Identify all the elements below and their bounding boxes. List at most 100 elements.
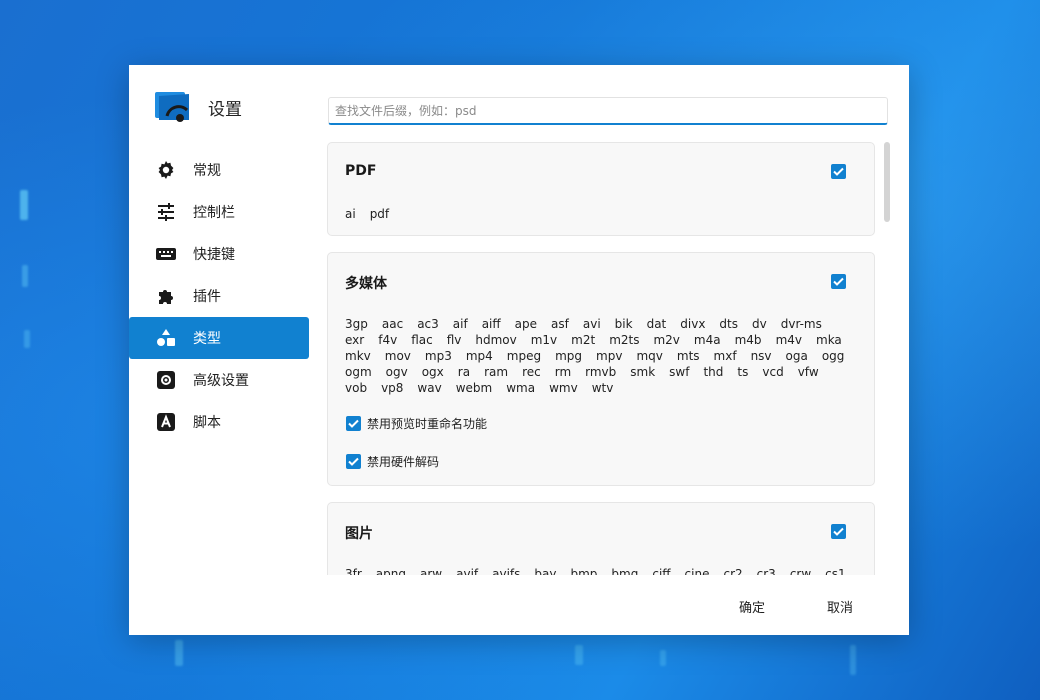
extension-item: wma [506, 381, 536, 395]
sidebar-item-scripts[interactable]: 脚本 [129, 401, 309, 443]
extension-item: 3gp [345, 317, 368, 331]
shapes-icon [155, 327, 177, 349]
sidebar-item-label: 类型 [193, 331, 221, 347]
background-glow [850, 645, 856, 675]
extension-item: rmvb [585, 365, 617, 379]
extension-list: ai pdf [345, 206, 864, 222]
background-glow [660, 650, 666, 666]
extension-item: thd [703, 365, 724, 379]
app-logo-icon [153, 90, 193, 124]
checkbox[interactable] [346, 416, 361, 431]
disable-rename-option[interactable]: 禁用预览时重命名功能 [346, 415, 487, 432]
background-glow [22, 265, 28, 287]
extension-item: apng [375, 567, 406, 575]
extension-item: ape [514, 317, 538, 331]
extension-item: smk [630, 365, 656, 379]
extension-item: wav [417, 381, 442, 395]
extension-item: ra [457, 365, 471, 379]
extension-item: dat [646, 317, 667, 331]
extension-item: dvr-ms [780, 317, 822, 331]
sidebar-item-label: 高级设置 [193, 373, 249, 389]
extension-item: ai [345, 207, 356, 221]
extension-item: aif [452, 317, 468, 331]
extension-item: exr [345, 333, 365, 347]
extension-item: oga [785, 349, 808, 363]
enable-checkbox[interactable] [831, 274, 846, 289]
card-title: 图片 [345, 526, 373, 542]
extension-item: vcd [762, 365, 784, 379]
checkbox[interactable] [346, 454, 361, 469]
extension-item: mov [384, 349, 411, 363]
settings-dialog: 设置 常规 控制栏 快捷键 插件 类型 高级设置 脚本 查找文件后缀，例如：ps… [129, 65, 909, 635]
extension-item: mkv [345, 349, 371, 363]
extension-item: mxf [713, 349, 737, 363]
extension-item: wmv [549, 381, 578, 395]
extension-item: vob [345, 381, 368, 395]
extension-item: cine [684, 567, 710, 575]
script-icon [155, 411, 177, 433]
extension-item: ogm [345, 365, 372, 379]
extension-item: avi [582, 317, 601, 331]
cancel-button[interactable]: 取消 [827, 597, 853, 616]
extension-item: m4v [775, 333, 802, 347]
extension-item: bmq [611, 567, 639, 575]
extension-item: ts [737, 365, 749, 379]
app-header: 设置 [153, 87, 242, 127]
extension-item: dv [752, 317, 767, 331]
scrollbar-thumb[interactable] [884, 142, 890, 222]
extension-item: m4a [693, 333, 721, 347]
ok-button[interactable]: 确定 [739, 597, 765, 616]
background-glow [575, 645, 583, 665]
option-label: 禁用硬件解码 [367, 455, 440, 469]
extension-item: m2t [571, 333, 596, 347]
sidebar-item-advanced[interactable]: 高级设置 [129, 359, 309, 401]
disable-hw-decode-option[interactable]: 禁用硬件解码 [346, 453, 439, 470]
extension-item: mp3 [424, 349, 452, 363]
search-field[interactable] [328, 97, 888, 125]
extension-item: aac [381, 317, 404, 331]
extension-item: mka [816, 333, 842, 347]
enable-checkbox[interactable] [831, 164, 846, 179]
checkmark-icon [833, 277, 844, 286]
extension-item: cs1 [825, 567, 846, 575]
extension-item: crw [789, 567, 812, 575]
extension-item: flv [446, 333, 462, 347]
sliders-icon [155, 201, 177, 223]
extension-item: bmp [570, 567, 598, 575]
sidebar-item-general[interactable]: 常规 [129, 149, 309, 191]
extension-item: rec [522, 365, 541, 379]
checkmark-icon [833, 527, 844, 536]
sidebar-item-label: 插件 [193, 289, 221, 305]
app-title: 设置 [208, 99, 242, 120]
extension-item: ciff [652, 567, 671, 575]
advanced-gear-icon [155, 369, 177, 391]
extension-item: cr2 [723, 567, 743, 575]
type-card-pdf: PDF ai pdf [327, 142, 875, 236]
keyboard-icon [155, 243, 177, 265]
extension-item: wtv [591, 381, 614, 395]
extension-item: avifs [492, 567, 521, 575]
extension-item: m2ts [609, 333, 640, 347]
card-title: PDF [345, 163, 377, 179]
sidebar-item-controlbar[interactable]: 控制栏 [129, 191, 309, 233]
extension-item: 3fr [345, 567, 362, 575]
extension-item: nsv [750, 349, 772, 363]
sidebar-item-plugins[interactable]: 插件 [129, 275, 309, 317]
sidebar-item-shortcuts[interactable]: 快捷键 [129, 233, 309, 275]
extension-item: divx [680, 317, 706, 331]
sidebar-item-types[interactable]: 类型 [129, 317, 309, 359]
extension-item: m2v [653, 333, 680, 347]
sidebar-item-label: 脚本 [193, 415, 221, 431]
type-card-image: 图片 3fr apng arw avif avifs bay bmp bmq ciff cine c… [327, 502, 875, 575]
search-input[interactable] [329, 98, 887, 123]
checkmark-icon [348, 457, 359, 466]
enable-checkbox[interactable] [831, 524, 846, 539]
card-title: 多媒体 [345, 276, 387, 292]
extension-item: m1v [530, 333, 558, 347]
type-list[interactable]: PDF ai pdf 多媒体 3gp aac ac3 aif aiff ape asf avi b… [327, 142, 875, 575]
extension-item: dts [719, 317, 738, 331]
extension-item: mpv [596, 349, 623, 363]
background-glow [24, 330, 30, 348]
extension-item: rm [554, 365, 572, 379]
puzzle-icon [155, 285, 177, 307]
